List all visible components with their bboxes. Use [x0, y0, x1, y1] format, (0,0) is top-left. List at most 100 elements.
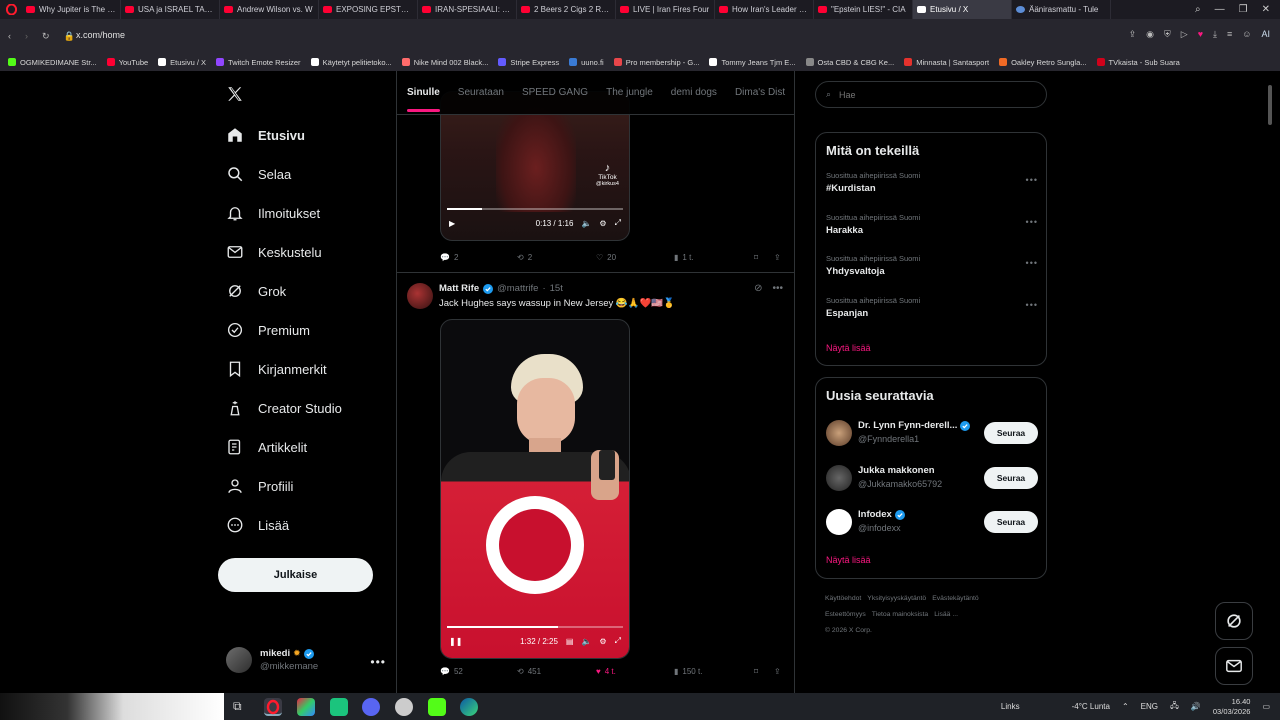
reply-button[interactable]: 💬 52 — [440, 667, 517, 676]
fullscreen-icon[interactable]: ⤢ — [615, 218, 621, 228]
bookmark-item[interactable]: Twitch Emote Resizer — [216, 58, 301, 67]
fullscreen-icon[interactable]: ⤢ — [615, 636, 621, 646]
feed-tab[interactable]: demi dogs — [671, 71, 717, 114]
nav-item-home[interactable]: Etusivu — [226, 126, 305, 144]
more-dots-icon[interactable]: ••• — [1026, 300, 1038, 310]
avatar[interactable] — [826, 509, 852, 535]
bookmark-button[interactable]: ⌑ — [754, 667, 774, 676]
forward-icon[interactable]: › — [25, 31, 28, 42]
bookmark-item[interactable]: Oakley Retro Sungla... — [999, 58, 1087, 67]
shield-taskbar-icon[interactable] — [395, 698, 413, 716]
browser-tab[interactable]: "Epstein LIES!" - CIA — [814, 0, 913, 19]
chevron-up-icon[interactable]: ⌃ — [1122, 702, 1129, 711]
bookmark-item[interactable]: Tommy Jeans Tjm E... — [709, 58, 796, 67]
bookmark-item[interactable]: YouTube — [106, 58, 148, 67]
suggestion-name[interactable]: Dr. Lynn Fynn-derell... — [858, 420, 957, 431]
show-more-trends-link[interactable]: Näytä lisää — [826, 343, 871, 353]
bookmark-item[interactable]: Stripe Express — [498, 58, 559, 67]
footer-link[interactable]: Yksityisyyskäytäntö — [867, 595, 926, 602]
feed-tab[interactable]: Dima's Dist — [735, 71, 785, 114]
nav-item-more[interactable]: Lisää — [226, 516, 289, 534]
browser-tab[interactable]: Äänirasmattu - Tule — [1012, 0, 1111, 19]
nav-item-premium[interactable]: Premium — [226, 321, 310, 339]
nav-item-profile[interactable]: Profiili — [226, 477, 293, 495]
suggestion-name[interactable]: Infodex — [858, 509, 892, 520]
follow-button[interactable]: Seuraa — [984, 466, 1038, 489]
avatar[interactable] — [826, 420, 852, 446]
bookmark-item[interactable]: Minnasta | Santasport — [904, 58, 989, 67]
pause-icon[interactable]: ❚❚ — [449, 637, 462, 646]
nav-item-creator[interactable]: Creator Studio — [226, 399, 342, 417]
more-dots-icon[interactable]: ••• — [1026, 175, 1038, 185]
camera-icon[interactable]: ◉ — [1146, 29, 1154, 40]
browser-tab[interactable]: USA ja ISRAEL TAPPO — [121, 0, 220, 19]
messages-floating-button[interactable] — [1215, 647, 1253, 685]
show-more-follow-link[interactable]: Näytä lisää — [826, 555, 871, 565]
download-icon[interactable]: ⤓ — [1213, 29, 1217, 40]
more-dots-icon[interactable]: ••• — [772, 283, 783, 294]
author-name[interactable]: Matt Rife — [439, 283, 479, 294]
trend-item[interactable]: Suosittua aihepiirissä Suomi Espanjan ••• — [826, 296, 1038, 319]
search-input[interactable] — [839, 89, 1020, 100]
repost-button[interactable]: ⟲ 451 — [517, 667, 596, 676]
notifications-icon[interactable]: ▭ — [1262, 702, 1270, 711]
bookmark-item[interactable]: Käytetyt pelitietoko... — [310, 58, 392, 67]
play-icon[interactable]: ▶ — [449, 219, 455, 228]
trend-item[interactable]: Suosittua aihepiirissä Suomi #Kurdistan ••… — [826, 171, 1038, 194]
more-dots-icon[interactable]: ••• — [1026, 217, 1038, 227]
more-dots-icon[interactable]: ••• — [1026, 258, 1038, 268]
grok-floating-button[interactable] — [1215, 602, 1253, 640]
browser-tab[interactable]: Etusivu / X — [913, 0, 1012, 19]
volume-icon[interactable]: 🔈 — [581, 219, 591, 228]
play-icon[interactable]: ▷ — [1181, 29, 1188, 40]
clock[interactable]: 16.40 03/03/2026 — [1213, 697, 1251, 717]
opera-menu-icon[interactable] — [0, 0, 22, 19]
chat-taskbar-icon[interactable] — [330, 698, 348, 716]
app-taskbar-icon[interactable] — [297, 698, 315, 716]
feed-tab[interactable]: Seurataan — [458, 71, 504, 114]
nav-item-search[interactable]: Selaa — [226, 165, 291, 183]
follow-suggestion[interactable]: Infodex @infodexx Seuraa — [826, 507, 1038, 537]
nav-item-grok[interactable]: Grok — [226, 282, 286, 300]
bookmark-item[interactable]: Nike Mind 002 Black... — [401, 58, 488, 67]
reload-icon[interactable]: ↻ — [42, 31, 50, 42]
footer-link[interactable]: Esteettömyys — [825, 611, 866, 618]
browser-tab[interactable]: EXPOSING EPSTEIN'S — [319, 0, 418, 19]
grok-icon[interactable]: ⊘ — [754, 283, 762, 294]
feed-tab[interactable]: The jungle — [606, 71, 653, 114]
search-box[interactable]: ⌕ — [815, 81, 1047, 108]
heart-icon[interactable]: ♥ — [1198, 29, 1203, 40]
follow-button[interactable]: Seuraa — [984, 511, 1038, 533]
account-switcher[interactable]: mikedi ✹ @mikkemane ••• — [226, 647, 386, 673]
bookmark-item[interactable]: OGMIKEDIMANE Str... — [8, 58, 97, 67]
repost-button[interactable]: ⟲ 2 — [517, 253, 596, 262]
share-button[interactable]: ⇪ — [774, 253, 781, 262]
share-button[interactable]: ⇪ — [774, 667, 781, 676]
post-matt-rife[interactable]: Matt Rife @mattrife · 15t ⊘ ••• Jack Hug… — [397, 272, 794, 693]
like-button[interactable]: ♡ 20 — [596, 253, 674, 262]
nav-item-bell[interactable]: Ilmoitukset — [226, 204, 320, 222]
url-field[interactable]: x.com/home — [76, 30, 125, 40]
more-dots-icon[interactable]: ••• — [370, 655, 386, 669]
post-button[interactable]: Julkaise — [218, 558, 373, 592]
minimize-icon[interactable]: — — [1215, 4, 1225, 15]
browser-tab[interactable]: 2 Beers 2 Cigs 2 Rubik — [517, 0, 616, 19]
trend-item[interactable]: Suosittua aihepiirissä Suomi Harakka ••• — [826, 213, 1038, 236]
bookmark-item[interactable]: TVkaista - Sub Suara — [1096, 58, 1180, 67]
discord-taskbar-icon[interactable] — [362, 698, 380, 716]
ai-button[interactable]: AI — [1261, 29, 1270, 40]
search-tabs-icon[interactable]: ⌕ — [1195, 4, 1201, 15]
shield-icon[interactable]: ⛨ — [1164, 29, 1171, 40]
bookmark-button[interactable]: ⌑ — [754, 253, 774, 262]
nav-item-article[interactable]: Artikkelit — [226, 438, 307, 456]
reply-button[interactable]: 💬 2 — [440, 253, 517, 262]
browser-tab[interactable]: How Iran's Leader Wa — [715, 0, 814, 19]
settings-icon[interactable]: ⚙ — [599, 637, 606, 646]
settings-icon[interactable]: ⚙ — [599, 219, 606, 228]
bookmark-item[interactable]: Osta CBD & CBG Ke... — [805, 58, 894, 67]
captions-icon[interactable]: ▤ — [566, 637, 574, 646]
feed-tab[interactable]: SPEED GANG — [522, 71, 588, 114]
follow-button[interactable]: Seuraa — [984, 422, 1038, 444]
footer-link[interactable]: Evästekäytäntö — [932, 595, 978, 602]
footer-link[interactable]: Lisää ... — [934, 611, 958, 618]
